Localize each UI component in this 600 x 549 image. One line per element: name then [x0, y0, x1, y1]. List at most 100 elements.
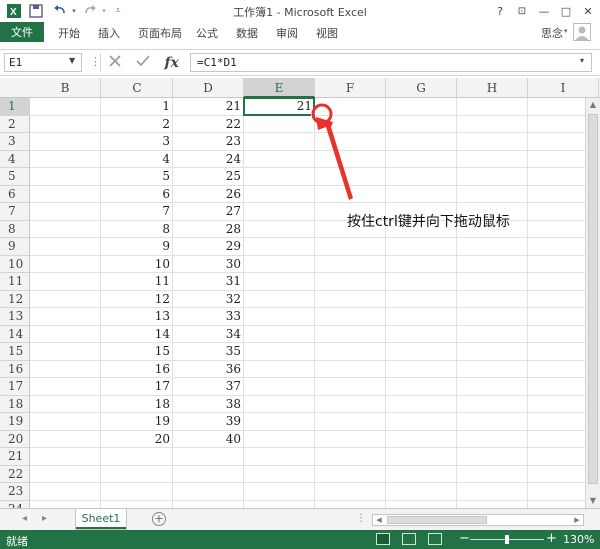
tab-insert[interactable]: 插入	[98, 25, 120, 41]
row-header-16[interactable]: 16	[0, 361, 30, 378]
column-header-g[interactable]: G	[386, 78, 457, 98]
zoom-level[interactable]: 130%	[563, 533, 594, 546]
sheet-prev-icon[interactable]: ◂	[22, 513, 27, 524]
cell-c2[interactable]: 2	[102, 116, 173, 133]
column-header-h[interactable]: H	[457, 78, 528, 98]
page-break-preview-icon[interactable]	[428, 533, 442, 545]
zoom-in-button[interactable]: +	[546, 531, 557, 546]
row-header-14[interactable]: 14	[0, 326, 30, 343]
cell-d12[interactable]: 32	[173, 291, 244, 308]
scroll-down-icon[interactable]: ▼	[586, 494, 600, 508]
sheet-next-icon[interactable]: ▸	[42, 513, 47, 524]
row-header-23[interactable]: 23	[0, 483, 30, 501]
user-avatar[interactable]	[573, 23, 591, 41]
row-header-8[interactable]: 8	[0, 221, 30, 238]
row-header-1[interactable]: 1	[0, 98, 30, 116]
cell-c6[interactable]: 6	[102, 186, 173, 203]
tab-file[interactable]: 文件	[0, 22, 44, 42]
column-header-d[interactable]: D	[173, 78, 244, 98]
cell-d13[interactable]: 33	[173, 308, 244, 325]
restore-button[interactable]: □	[556, 2, 576, 20]
column-header-f[interactable]: F	[315, 78, 386, 98]
cell-c3[interactable]: 3	[102, 133, 173, 150]
cell-d2[interactable]: 22	[173, 116, 244, 133]
cell-d4[interactable]: 24	[173, 151, 244, 168]
cell-d20[interactable]: 40	[173, 431, 244, 448]
cell-c10[interactable]: 10	[102, 256, 173, 273]
cell-c19[interactable]: 19	[102, 413, 173, 430]
row-header-5[interactable]: 5	[0, 168, 30, 186]
scroll-right-icon[interactable]: ▶	[571, 515, 583, 525]
cell-c14[interactable]: 14	[102, 326, 173, 343]
row-header-11[interactable]: 11	[0, 273, 30, 291]
cell-c7[interactable]: 7	[102, 203, 173, 220]
confirm-entry-icon[interactable]	[136, 54, 150, 71]
tab-review[interactable]: 审阅	[276, 25, 298, 41]
row-header-15[interactable]: 15	[0, 343, 30, 361]
scroll-left-icon[interactable]: ◀	[373, 515, 385, 525]
insert-function-icon[interactable]: fx	[165, 55, 179, 71]
cell-c9[interactable]: 9	[102, 238, 173, 255]
cell-d17[interactable]: 37	[173, 378, 244, 395]
zoom-out-button[interactable]: −	[459, 531, 470, 546]
cell-e1[interactable]: 21	[244, 98, 315, 115]
normal-view-icon[interactable]	[376, 533, 390, 545]
cell-c17[interactable]: 17	[102, 378, 173, 395]
cell-d14[interactable]: 34	[173, 326, 244, 343]
column-header-e[interactable]: E	[244, 78, 315, 98]
cancel-entry-icon[interactable]	[108, 54, 122, 71]
cell-c20[interactable]: 20	[102, 431, 173, 448]
cell-c1[interactable]: 1	[102, 98, 173, 115]
horizontal-scrollbar[interactable]: ◀ ▶	[372, 514, 584, 526]
tab-split-handle-icon[interactable]: ⋮	[356, 513, 366, 524]
cell-d7[interactable]: 27	[173, 203, 244, 220]
expand-formula-bar-icon[interactable]: ▾	[580, 56, 584, 65]
cell-d15[interactable]: 35	[173, 343, 244, 360]
tab-page-layout[interactable]: 页面布局	[138, 25, 182, 41]
row-header-18[interactable]: 18	[0, 396, 30, 413]
row-header-24[interactable]: 24	[0, 501, 30, 509]
cell-c8[interactable]: 8	[102, 221, 173, 238]
zoom-slider-thumb[interactable]	[505, 535, 509, 544]
cell-d16[interactable]: 36	[173, 361, 244, 378]
cell-d10[interactable]: 30	[173, 256, 244, 273]
column-header-i[interactable]: I	[528, 78, 599, 98]
row-header-3[interactable]: 3	[0, 133, 30, 151]
vertical-scroll-thumb[interactable]	[588, 114, 598, 484]
row-header-9[interactable]: 9	[0, 238, 30, 256]
sheet-tab-sheet1[interactable]: Sheet1	[76, 509, 126, 529]
cell-d6[interactable]: 26	[173, 186, 244, 203]
cell-c13[interactable]: 13	[102, 308, 173, 325]
cell-c18[interactable]: 18	[102, 396, 173, 413]
cell-c15[interactable]: 15	[102, 343, 173, 360]
row-header-17[interactable]: 17	[0, 378, 30, 396]
cell-c11[interactable]: 11	[102, 273, 173, 290]
worksheet-grid[interactable]: BCDEFGHI 1 2 3 4 5 6 7 8 9 10 11 12 13 14 15 16 17 18 19 20…	[0, 78, 600, 508]
help-button[interactable]: ?	[490, 2, 510, 20]
column-header-b[interactable]: B	[30, 78, 101, 98]
row-header-19[interactable]: 19	[0, 413, 30, 431]
row-header-20[interactable]: 20	[0, 431, 30, 448]
tab-home[interactable]: 开始	[58, 25, 80, 41]
row-header-13[interactable]: 13	[0, 308, 30, 326]
add-sheet-button[interactable]: +	[152, 512, 166, 526]
row-header-2[interactable]: 2	[0, 116, 30, 133]
cell-d11[interactable]: 31	[173, 273, 244, 290]
user-name[interactable]: 思念	[541, 25, 563, 41]
cell-d3[interactable]: 23	[173, 133, 244, 150]
fill-handle[interactable]	[311, 112, 316, 118]
row-header-10[interactable]: 10	[0, 256, 30, 273]
tab-data[interactable]: 数据	[236, 25, 258, 41]
scroll-up-icon[interactable]: ▲	[586, 98, 600, 112]
row-header-12[interactable]: 12	[0, 291, 30, 308]
close-button[interactable]: ✕	[578, 2, 598, 20]
column-header-c[interactable]: C	[102, 78, 173, 98]
cell-d8[interactable]: 28	[173, 221, 244, 238]
tab-view[interactable]: 视图	[316, 25, 338, 41]
ribbon-display-options-icon[interactable]: ⊡	[512, 2, 532, 20]
minimize-button[interactable]: —	[534, 2, 554, 20]
cell-d9[interactable]: 29	[173, 238, 244, 255]
cell-d18[interactable]: 38	[173, 396, 244, 413]
row-header-6[interactable]: 6	[0, 186, 30, 203]
cell-c5[interactable]: 5	[102, 168, 173, 185]
